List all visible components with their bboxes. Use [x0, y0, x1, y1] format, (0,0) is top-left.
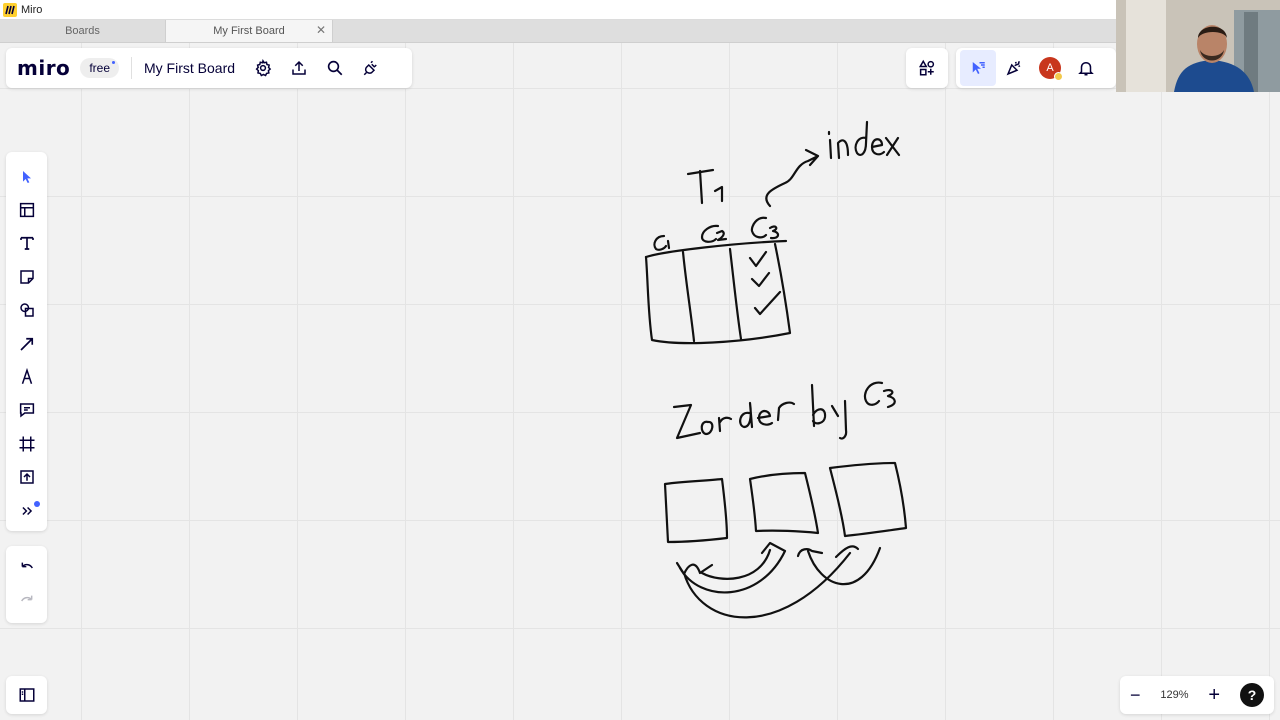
stroke-t1	[686, 168, 724, 205]
plan-badge-dot	[112, 61, 115, 64]
bell-icon	[1078, 61, 1094, 76]
board-header-panel: miro free My First Board	[6, 48, 412, 88]
zoom-level[interactable]: 129%	[1160, 689, 1188, 701]
frame-icon	[19, 436, 34, 452]
webcam-person-image	[1116, 0, 1280, 92]
settings-button[interactable]	[245, 50, 281, 86]
board-sidebar-panel	[6, 676, 47, 714]
comment-icon	[19, 403, 34, 418]
cursor-filter-icon	[972, 62, 985, 74]
redo-icon	[20, 595, 32, 602]
tab-strip: Boards My First Board ✕	[0, 20, 1280, 43]
search-icon	[327, 60, 343, 76]
tool-connection-line[interactable]	[6, 327, 47, 360]
user-avatar-button[interactable]: A	[1032, 50, 1068, 86]
tool-comment[interactable]	[6, 394, 47, 427]
cursor-icon	[22, 170, 31, 183]
text-icon	[19, 237, 34, 251]
plan-badge[interactable]: free	[80, 58, 119, 78]
tool-pen[interactable]	[6, 360, 47, 393]
notifications-button[interactable]	[1068, 50, 1104, 86]
tool-shapes[interactable]	[6, 294, 47, 327]
avatar: A	[1039, 57, 1063, 81]
stroke-zorder-phrase	[672, 381, 896, 440]
tab-close-icon[interactable]: ✕	[316, 23, 326, 37]
party-popper-icon	[1006, 61, 1021, 76]
shapes-icon	[19, 303, 34, 317]
tab-my-first-board[interactable]: My First Board ✕	[166, 20, 333, 42]
board-drawing	[644, 120, 908, 619]
zoom-in-button[interactable]: +	[1208, 684, 1220, 707]
plug-icon	[363, 60, 377, 76]
celebrate-button[interactable]	[996, 50, 1032, 86]
tab-my-first-board-label: My First Board	[213, 25, 285, 37]
stroke-index-word	[827, 120, 901, 160]
board-name[interactable]: My First Board	[144, 60, 235, 76]
toggle-sidebar-button[interactable]	[6, 678, 47, 711]
select-filter-button[interactable]	[960, 50, 996, 86]
tool-templates[interactable]	[6, 193, 47, 226]
template-icon	[19, 202, 34, 218]
sidebar-icon	[19, 688, 34, 702]
tab-boards[interactable]: Boards	[0, 20, 166, 42]
redo-button[interactable]	[6, 585, 47, 618]
zoom-out-button[interactable]: −	[1130, 685, 1141, 706]
arrow-line-icon	[19, 337, 33, 351]
gear-icon	[255, 59, 272, 77]
undo-button[interactable]	[6, 551, 47, 584]
stroke-reorder-arrows	[675, 541, 882, 619]
left-toolbar	[6, 152, 47, 531]
help-button[interactable]: ?	[1240, 683, 1265, 707]
miro-logo[interactable]: miro	[17, 56, 70, 80]
double-chevron-right-icon	[21, 506, 32, 515]
apps-panel	[906, 48, 948, 88]
plan-badge-label: free	[89, 61, 110, 75]
sticky-note-icon	[19, 270, 34, 284]
share-upload-button[interactable]	[281, 50, 317, 86]
zoom-panel: − 129% + ?	[1120, 676, 1274, 714]
window-title: Miro	[21, 3, 43, 16]
integrations-button[interactable]	[353, 50, 389, 86]
pen-icon	[21, 368, 32, 385]
tool-select[interactable]	[6, 160, 47, 193]
header-divider	[131, 57, 132, 79]
tool-upload[interactable]	[6, 461, 47, 494]
upload-icon	[292, 60, 306, 75]
stroke-index-arrow	[765, 148, 820, 208]
window-titlebar: Miro	[0, 0, 1280, 20]
tool-sticky-note[interactable]	[6, 260, 47, 293]
webcam-overlay	[1116, 0, 1280, 92]
upload-box-icon	[19, 470, 34, 484]
search-button[interactable]	[317, 50, 353, 86]
tab-boards-label: Boards	[65, 25, 100, 37]
stroke-table	[644, 239, 792, 345]
stroke-column-labels	[653, 216, 780, 251]
apps-shapes-icon	[918, 59, 935, 76]
avatar-initial: A	[1046, 62, 1054, 74]
history-panel	[6, 546, 47, 623]
presence-indicator	[1054, 72, 1063, 81]
notification-dot	[34, 500, 40, 507]
tool-text[interactable]	[6, 227, 47, 260]
miro-app-icon	[3, 2, 17, 17]
tool-frame[interactable]	[6, 427, 47, 460]
apps-button[interactable]	[909, 50, 945, 86]
stroke-file-boxes	[663, 461, 908, 544]
tool-more[interactable]	[6, 494, 47, 527]
undo-icon	[21, 562, 33, 569]
collaboration-panel: A	[956, 48, 1116, 88]
